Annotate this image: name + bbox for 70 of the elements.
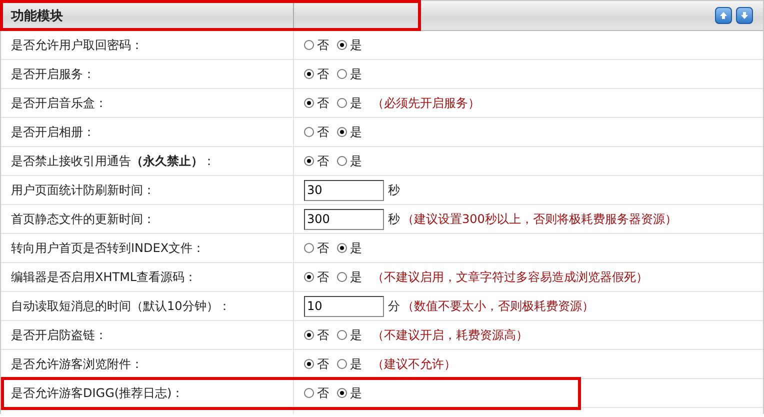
option-label: 否 bbox=[317, 268, 329, 286]
setting-label: 是否允许游客浏览附件： bbox=[11, 356, 143, 372]
section-title: 功能模块 bbox=[11, 8, 63, 24]
radio-button[interactable] bbox=[304, 243, 314, 253]
radio-button[interactable] bbox=[304, 69, 314, 79]
hint-text: （不建议开启，耗费资源高） bbox=[372, 326, 528, 344]
option-label: 是 bbox=[350, 152, 362, 170]
setting-label: 是否开启服务： bbox=[11, 66, 95, 82]
arrow-down-icon bbox=[740, 11, 749, 20]
hint-text: （不建议启用，文章字符过多容易造成浏览器假死） bbox=[372, 268, 648, 286]
input-field[interactable]: 300 bbox=[304, 208, 384, 230]
arrow-up-icon bbox=[719, 11, 728, 20]
radio-button[interactable] bbox=[337, 243, 347, 253]
hint-text: （必须先开启服务） bbox=[372, 94, 480, 112]
radio-button[interactable] bbox=[337, 127, 347, 137]
hint-text: （数值不要太小，否则极耗费资源） bbox=[402, 298, 594, 314]
option-label: 否 bbox=[317, 152, 329, 170]
option-label: 否 bbox=[317, 356, 329, 372]
input-field[interactable]: 10 bbox=[304, 296, 384, 316]
setting-label: 首页静态文件的更新时间： bbox=[11, 210, 155, 228]
setting-label: 编辑器是否启用XHTML查看源码： bbox=[11, 268, 197, 286]
setting-label: 转向用户首页是否转到INDEX文件： bbox=[11, 240, 205, 256]
setting-label: 是否开启相册： bbox=[11, 124, 95, 140]
hint-text: （建议不允许） bbox=[372, 356, 456, 372]
option-label: 否 bbox=[317, 384, 329, 402]
setting-label: 用户页面统计防刷新时间： bbox=[11, 182, 155, 198]
radio-button[interactable] bbox=[304, 98, 314, 108]
setting-label: 是否开启音乐盒： bbox=[11, 94, 107, 112]
option-label: 是 bbox=[350, 268, 362, 286]
radio-button[interactable] bbox=[337, 69, 347, 79]
option-label: 否 bbox=[317, 240, 329, 256]
option-label: 是 bbox=[350, 240, 362, 256]
option-label: 否 bbox=[317, 36, 329, 54]
option-label: 是 bbox=[350, 36, 362, 54]
radio-button[interactable] bbox=[304, 272, 314, 282]
option-label: 是 bbox=[350, 94, 362, 112]
radio-button[interactable] bbox=[337, 330, 347, 340]
option-label: 否 bbox=[317, 326, 329, 344]
setting-label: 自动读取短消息的时间（默认10分钟）： bbox=[11, 298, 230, 314]
radio-button[interactable] bbox=[304, 388, 314, 398]
radio-button[interactable] bbox=[337, 359, 347, 369]
option-label: 是 bbox=[350, 66, 362, 82]
unit-label: 分 bbox=[388, 298, 400, 314]
radio-button[interactable] bbox=[337, 98, 347, 108]
setting-label: 是否开启防盗链： bbox=[11, 326, 107, 344]
option-label: 是 bbox=[350, 356, 362, 372]
radio-button[interactable] bbox=[304, 330, 314, 340]
unit-label: 秒 bbox=[388, 210, 400, 228]
radio-button[interactable] bbox=[304, 156, 314, 166]
hint-text: （建议设置300秒以上，否则将极耗费服务器资源） bbox=[402, 210, 677, 228]
radio-button[interactable] bbox=[337, 156, 347, 166]
setting-label: 是否允许用户取回密码： bbox=[11, 36, 143, 54]
move-down-button[interactable] bbox=[736, 7, 753, 24]
option-label: 否 bbox=[317, 94, 329, 112]
radio-button[interactable] bbox=[337, 40, 347, 50]
radio-button[interactable] bbox=[337, 272, 347, 282]
option-label: 否 bbox=[317, 124, 329, 140]
radio-button[interactable] bbox=[337, 388, 347, 398]
setting-label: 是否禁止接收引用通告（永久禁止）： bbox=[11, 152, 215, 170]
option-label: 是 bbox=[350, 384, 362, 402]
unit-label: 秒 bbox=[388, 182, 400, 198]
option-label: 否 bbox=[317, 66, 329, 82]
radio-button[interactable] bbox=[304, 359, 314, 369]
radio-button[interactable] bbox=[304, 40, 314, 50]
radio-button[interactable] bbox=[304, 127, 314, 137]
option-label: 是 bbox=[350, 326, 362, 344]
move-up-button[interactable] bbox=[715, 7, 732, 24]
input-field[interactable]: 30 bbox=[304, 180, 384, 200]
setting-label: 是否允许游客DIGG(推荐日志)： bbox=[11, 384, 184, 402]
option-label: 是 bbox=[350, 124, 362, 140]
